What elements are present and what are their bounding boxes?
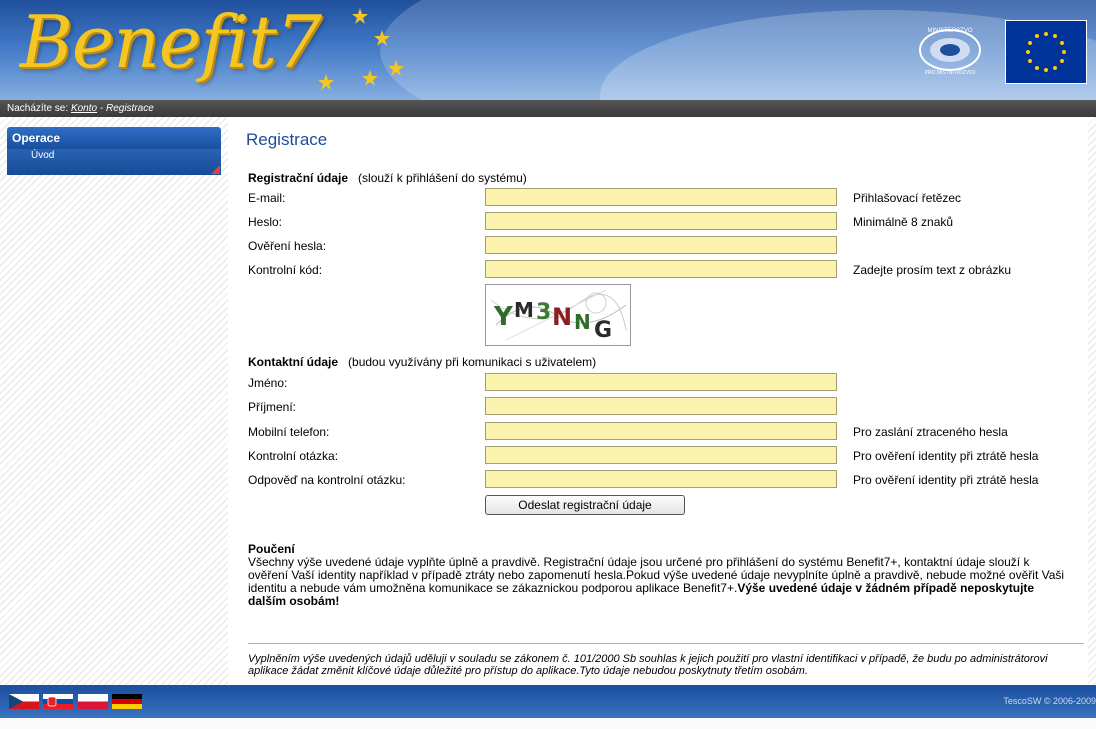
- field-label: Heslo:: [248, 215, 283, 229]
- field-label: Ověření hesla:: [248, 239, 327, 253]
- svg-text:N: N: [552, 303, 572, 331]
- flag-sk-icon[interactable]: [43, 694, 74, 709]
- field-hint: Zadejte prosím text z obrázku: [853, 263, 1012, 277]
- footer-bar: TescoSW © 2006-2009: [0, 685, 1096, 718]
- svg-text:MINISTERSTVO: MINISTERSTVO: [927, 28, 972, 34]
- svg-text:Y: Y: [493, 302, 514, 332]
- form-row-captcha-code: Kontrolní kód: Zadejte prosím text z obr…: [248, 260, 1078, 280]
- field-label: Odpověď na kontrolní otázku:: [248, 473, 406, 487]
- svg-text:G: G: [594, 318, 612, 343]
- form-row-security-question: Kontrolní otázka: Pro ověření identity p…: [248, 446, 1078, 466]
- form-row-first-name: Jméno:: [248, 373, 1078, 393]
- right-margin: [1088, 117, 1096, 685]
- svg-text:N: N: [574, 310, 591, 334]
- last-name-field[interactable]: [485, 397, 837, 415]
- mobile-phone-field[interactable]: [485, 422, 837, 440]
- logo-stars-icon: [318, 8, 404, 90]
- field-hint: Pro ověření identity při ztrátě hesla: [853, 473, 1039, 487]
- breadcrumb-prefix: Nacházíte se:: [7, 103, 69, 114]
- sidebar-item-label: Úvod: [31, 150, 55, 161]
- section-note: (budou využívány při komunikaci s uživat…: [348, 355, 597, 369]
- main-content: Registrace Registrační údaje (slouží k p…: [228, 117, 1088, 685]
- ministry-logo-icon: MINISTERSTVO PRO MÍSTNÍ ROZVOJ: [919, 28, 981, 76]
- registration-section-heading: Registrační údaje (slouží k přihlášení d…: [248, 171, 527, 185]
- sidebar: Operace Úvod: [0, 117, 228, 685]
- breadcrumb-current: Registrace: [105, 103, 154, 114]
- divider: [248, 643, 1084, 644]
- corner-marker-icon: [211, 165, 220, 174]
- first-name-field[interactable]: [485, 373, 837, 391]
- field-label: E-mail:: [248, 191, 286, 205]
- svg-text:M: M: [514, 298, 534, 322]
- field-label: Jméno:: [248, 376, 288, 390]
- field-label: Kontrolní kód:: [248, 263, 323, 277]
- svg-text:3: 3: [536, 300, 551, 325]
- email-field[interactable]: [485, 188, 837, 206]
- form-row-mobile: Mobilní telefon: Pro zaslání ztraceného …: [248, 422, 1078, 442]
- form-row-password-confirm: Ověření hesla:: [248, 236, 1078, 256]
- field-hint: Pro ověření identity při ztrátě hesla: [853, 449, 1039, 463]
- captcha-code-field[interactable]: [485, 260, 837, 278]
- eu-flag-icon: [1005, 20, 1087, 84]
- flag-pl-icon[interactable]: [77, 694, 108, 709]
- captcha-image: Y M 3 N N G: [485, 284, 631, 346]
- footer-bottom-strip: [0, 718, 1096, 729]
- form-row-security-answer: Odpověď na kontrolní otázku: Pro ověření…: [248, 470, 1078, 490]
- header-banner: Benefit7 MINISTERSTVO PRO MÍSTNÍ ROZVOJ: [0, 0, 1096, 100]
- section-note: (slouží k přihlášení do systému): [358, 171, 527, 185]
- breadcrumb-separator: -: [97, 103, 106, 114]
- field-hint: Přihlašovací řetězec: [853, 191, 962, 205]
- field-label: Příjmení:: [248, 400, 297, 414]
- field-hint: Pro zaslání ztraceného hesla: [853, 425, 1008, 439]
- flag-de-icon[interactable]: [112, 694, 143, 709]
- consent-text: Vyplněním výše uvedených údajů uděluji v…: [248, 653, 1048, 677]
- copyright-text: TescoSW © 2006-2009: [1003, 696, 1096, 706]
- language-flags: [9, 694, 143, 709]
- password-field[interactable]: [485, 212, 837, 230]
- notice-block: Poučení Všechny výše uvedené údaje vyplň…: [248, 543, 1068, 608]
- form-row-password: Heslo: Minimálně 8 znaků: [248, 212, 1078, 232]
- form-row-last-name: Příjmení:: [248, 397, 1078, 417]
- section-title: Kontaktní údaje: [248, 355, 339, 369]
- sidebar-item-uvod[interactable]: Úvod: [7, 149, 221, 175]
- password-confirm-field[interactable]: [485, 236, 837, 254]
- field-label: Mobilní telefon:: [248, 425, 330, 439]
- security-answer-field[interactable]: [485, 470, 837, 488]
- field-hint: Minimálně 8 znaků: [853, 215, 954, 229]
- svg-text:PRO MÍSTNÍ ROZVOJ: PRO MÍSTNÍ ROZVOJ: [925, 69, 976, 76]
- sidebar-heading: Operace: [7, 127, 221, 149]
- captcha-noise-icon: Y M 3 N N G: [490, 289, 627, 343]
- flag-cz-icon[interactable]: [9, 694, 39, 709]
- page-title: Registrace: [246, 130, 328, 149]
- form-row-email: E-mail: Přihlašovací řetězec: [248, 188, 1078, 208]
- breadcrumb-link-konto[interactable]: Konto: [71, 103, 97, 114]
- breadcrumb: Nacházíte se: Konto - Registrace: [0, 100, 1096, 117]
- section-title: Registrační údaje: [248, 171, 349, 185]
- security-question-field[interactable]: [485, 446, 837, 464]
- app-logo: Benefit7: [20, 0, 322, 84]
- field-label: Kontrolní otázka:: [248, 449, 339, 463]
- contact-section-heading: Kontaktní údaje (budou využívány při kom…: [248, 355, 596, 369]
- submit-registration-button[interactable]: Odeslat registrační údaje: [485, 495, 685, 515]
